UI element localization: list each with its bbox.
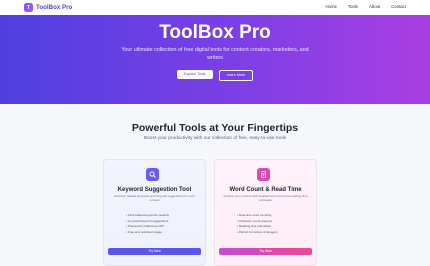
card-description: Discover related keywords and long-tail … [114,194,195,202]
section-title: Powerful Tools at Your Fingertips [131,122,299,134]
feature-item: • Perfect for writers & bloggers [237,229,278,234]
word-count-card: Word Count & Read Time Analyze your cont… [214,159,317,266]
card-description: Analyze your content with detailed word … [223,194,308,202]
try-word-count-button[interactable]: Try Now [219,248,312,255]
nav-link-home[interactable]: Home [325,4,336,9]
hero-title: ToolBox Pro [159,22,271,43]
top-navbar: T ToolBox Pro Home Tools About Contact [0,0,430,16]
brand-logo[interactable]: T ToolBox Pro [24,3,72,12]
document-icon [257,168,270,181]
nav-links: Home Tools About Contact [325,4,406,9]
feature-item: • Free and unlimited usage [126,229,162,234]
search-icon [146,168,159,181]
card-title: Word Count & Read Time [229,187,302,193]
learn-more-button[interactable]: Learn More [218,70,253,81]
brand-name: ToolBox Pro [36,4,73,11]
keyword-tool-card: Keyword Suggestion Tool Discover related… [103,159,206,266]
hero-subtitle: Your ultimate collection of free digital… [121,47,309,61]
feature-list: • Find related keywords instantly • Long… [126,213,201,235]
nav-link-about[interactable]: About [369,4,380,9]
feature-list: • Real-time word counting • Character co… [237,213,312,235]
try-keyword-tool-button[interactable]: Try Now [108,248,201,255]
explore-tools-button[interactable]: Explore Tools [177,70,213,79]
hero-buttons: Explore Tools Learn More [0,70,430,81]
nav-link-contact[interactable]: Contact [391,4,406,9]
card-title: Keyword Suggestion Tool [117,187,192,193]
hero-section: ToolBox Pro Your ultimate collection of … [0,15,430,104]
section-subtitle: Boost your productivity with our collect… [143,136,287,141]
nav-link-tools[interactable]: Tools [348,4,358,9]
logo-badge-icon: T [24,3,33,12]
